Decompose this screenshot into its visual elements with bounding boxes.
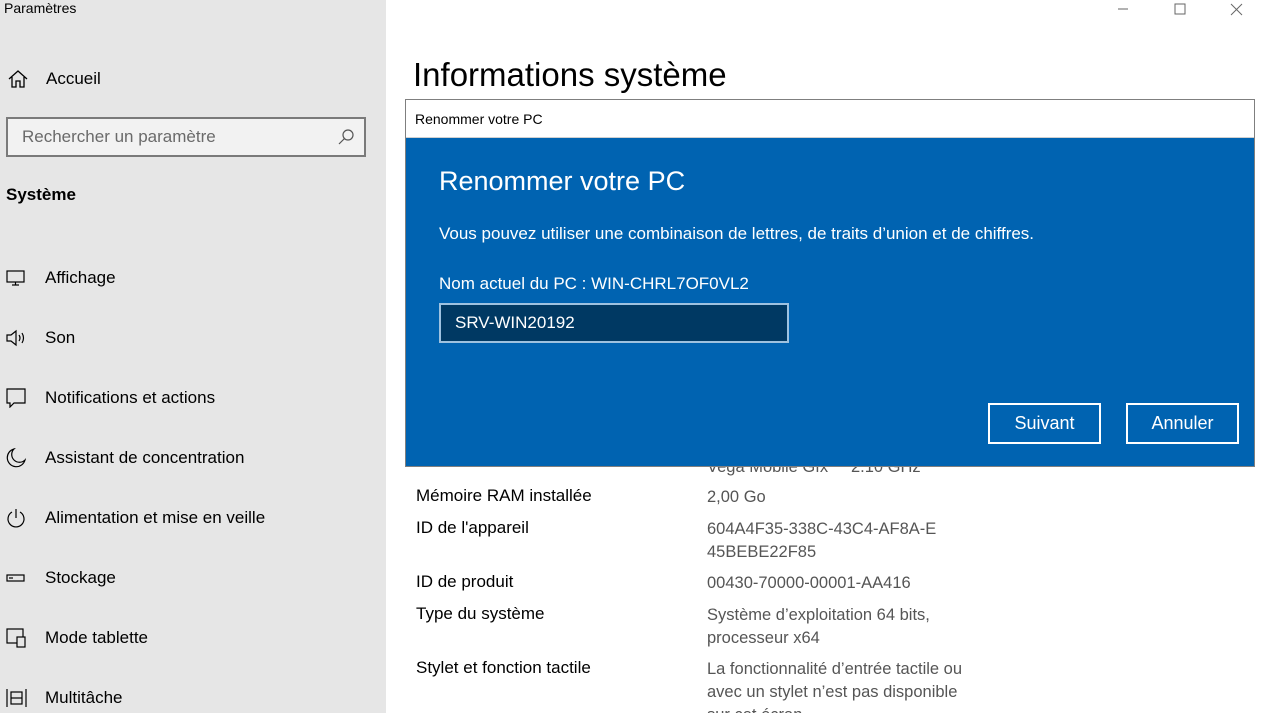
home-icon	[0, 70, 46, 88]
cancel-button[interactable]: Annuler	[1126, 403, 1239, 444]
app-title: Paramètres	[4, 0, 77, 16]
sidebar-item-home[interactable]: Accueil	[0, 62, 386, 96]
spec-key: ID de produit	[416, 572, 514, 591]
sidebar-item-label: Multitâche	[45, 688, 123, 707]
minimize-button[interactable]	[1094, 0, 1151, 18]
dialog-titlebar: Renommer votre PC	[406, 100, 1254, 138]
sidebar-item-alimentation[interactable]: Alimentation et mise en veille	[0, 488, 386, 548]
search-input[interactable]	[8, 119, 328, 155]
sidebar-item-home-label: Accueil	[46, 69, 101, 88]
moon-icon	[0, 448, 45, 468]
sidebar-item-label: Stockage	[45, 568, 116, 587]
dialog-heading: Renommer votre PC	[439, 166, 686, 196]
spec-key: ID de l'appareil	[416, 518, 529, 537]
spec-value: La fonctionnalité d’entrée tactile ou av…	[707, 660, 963, 713]
sidebar-item-label: Affichage	[45, 268, 116, 287]
spec-key: Type du système	[416, 604, 545, 623]
page-title: Informations système	[413, 56, 727, 93]
notification-icon	[0, 388, 45, 408]
sidebar-item-notifications[interactable]: Notifications et actions	[0, 368, 386, 428]
sidebar-item-label: Son	[45, 328, 76, 347]
next-button[interactable]: Suivant	[988, 403, 1101, 444]
window-controls	[1094, 0, 1265, 18]
dialog-description: Vous pouvez utiliser une combinaison de …	[439, 224, 1035, 243]
speaker-icon	[0, 329, 45, 347]
sidebar-item-stockage[interactable]: Stockage	[0, 548, 386, 608]
new-pc-name-input[interactable]	[439, 303, 789, 343]
nav-list: Affichage Son Notifications et actions A…	[0, 248, 386, 713]
maximize-button[interactable]	[1151, 0, 1208, 18]
sidebar-item-multitache[interactable]: Multitâche	[0, 668, 386, 713]
sidebar: Paramètres Accueil Système Affichage Son	[0, 0, 386, 713]
sidebar-item-label: Notifications et actions	[45, 388, 216, 407]
sidebar-item-concentration[interactable]: Assistant de concentration	[0, 428, 386, 488]
monitor-icon	[0, 270, 45, 286]
spec-value: Système d’exploitation 64 bits, processe…	[707, 606, 930, 647]
sidebar-item-label: Assistant de concentration	[45, 448, 245, 467]
sidebar-item-label: Alimentation et mise en veille	[45, 508, 266, 527]
rename-pc-dialog: Renommer votre PC Renommer votre PC Vous…	[405, 99, 1255, 467]
spec-value: 00430-70000-00001-AA416	[707, 574, 911, 592]
spec-key: Stylet et fonction tactile	[416, 658, 591, 677]
close-button[interactable]	[1208, 0, 1265, 18]
sidebar-item-affichage[interactable]: Affichage	[0, 248, 386, 308]
sidebar-item-label: Mode tablette	[45, 628, 149, 647]
sidebar-item-son[interactable]: Son	[0, 308, 386, 368]
storage-icon	[0, 573, 45, 583]
multitask-icon	[0, 688, 45, 708]
spec-key: Mémoire RAM installée	[416, 486, 592, 505]
search-icon[interactable]	[328, 129, 364, 145]
sidebar-item-mode-tablette[interactable]: Mode tablette	[0, 608, 386, 668]
spec-value: 604A4F35-338C-43C4-AF8A-E45BEBE22F85	[707, 520, 937, 561]
spec-value: 2,00 Go	[707, 488, 766, 506]
section-title: Système	[6, 185, 76, 204]
search-box	[6, 117, 366, 157]
tablet-mode-icon	[0, 628, 45, 648]
power-icon	[0, 508, 45, 528]
current-pc-name: Nom actuel du PC : WIN-CHRL7OF0VL2	[439, 274, 749, 293]
